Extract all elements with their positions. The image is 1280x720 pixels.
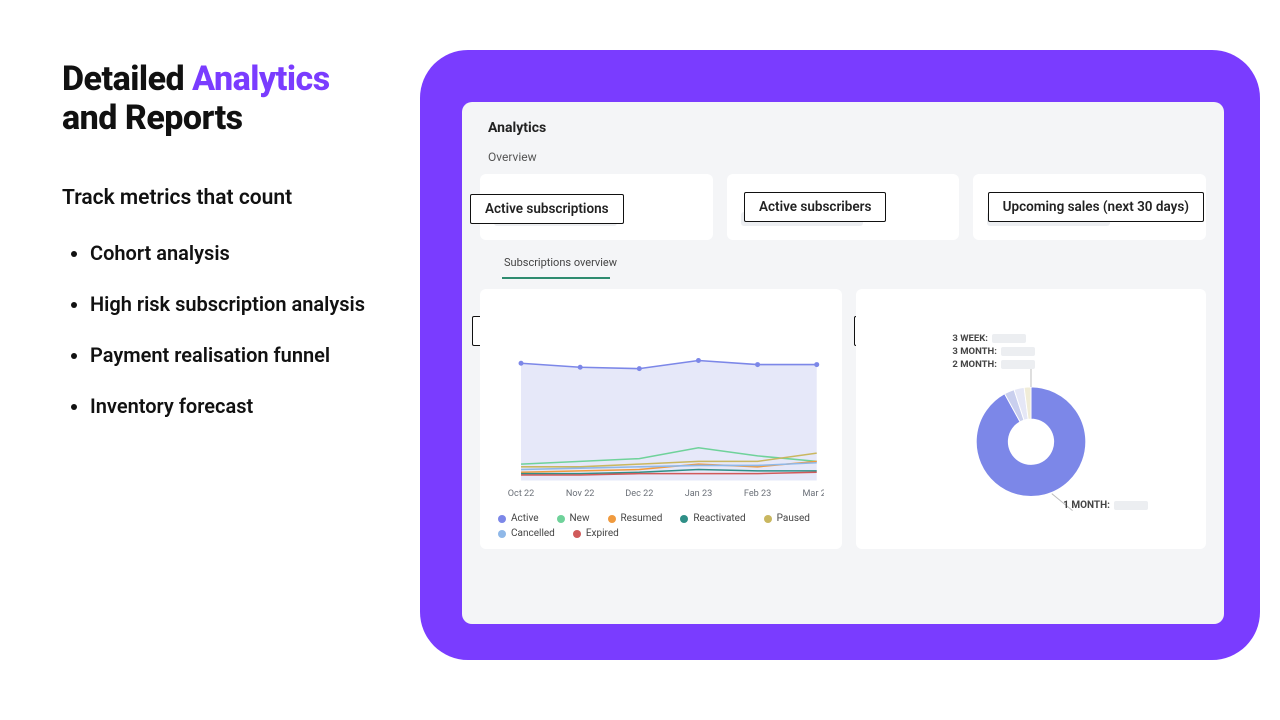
callout-upcoming-sales: Upcoming sales (next 30 days) <box>988 192 1204 222</box>
donut-label-3week: 3 WEEK: <box>952 333 1035 344</box>
donut-labels: 3 WEEK: 3 MONTH: 2 MONTH: <box>952 333 1035 372</box>
breadcrumb: Overview <box>488 150 1206 164</box>
interval-chart-card: 3 WEEK: 3 MONTH: 2 MONTH: 1 MONTH: <box>856 289 1206 549</box>
legend-item: Resumed <box>608 513 663 524</box>
svg-text:Mar 23: Mar 23 <box>802 489 824 499</box>
bullet-item: Payment realisation funnel <box>90 342 392 369</box>
tab-subscriptions-overview[interactable]: Subscriptions overview <box>502 250 619 275</box>
svg-text:Nov 22: Nov 22 <box>566 489 595 499</box>
subscriptions-trend-chart: Oct 22 Nov 22 Dec 22 Jan 23 Feb 23 Mar 23 <box>498 335 824 503</box>
legend-item: New <box>557 513 590 524</box>
legend-item: Reactivated <box>680 513 745 524</box>
screenshot-frame: Analytics Overview Active subscriptions <box>420 50 1260 660</box>
trend-legend: Active New Resumed Reactivated Paused Cancell… <box>498 513 824 539</box>
title-pre: Detailed <box>62 59 192 99</box>
bullet-list: Cohort analysis High risk subscription a… <box>62 240 392 420</box>
svg-text:Jan 23: Jan 23 <box>685 489 713 499</box>
svg-text:Oct 22: Oct 22 <box>508 489 535 499</box>
subtitle: Track metrics that count <box>62 186 392 210</box>
legend-item: Active <box>498 513 539 524</box>
bullet-item: High risk subscription analysis <box>90 291 392 318</box>
bullet-item: Inventory forecast <box>90 393 392 420</box>
svg-text:Dec 22: Dec 22 <box>625 489 653 499</box>
title-post: and Reports <box>62 98 243 138</box>
trend-chart-card: Oct 22 Nov 22 Dec 22 Jan 23 Feb 23 Mar 23 Act… <box>480 289 842 549</box>
title-accent: Analytics <box>192 59 330 99</box>
donut-label-2month: 2 MONTH: <box>952 359 1035 370</box>
donut-label-3month: 3 MONTH: <box>952 346 1035 357</box>
legend-item: Paused <box>764 513 810 524</box>
app-title: Analytics <box>488 120 1206 136</box>
page-title: Detailed Analytics and Reports <box>62 60 392 138</box>
marketing-copy: Detailed Analytics and Reports Track met… <box>0 0 420 720</box>
delivery-interval-donut <box>946 352 1116 522</box>
tab-underline <box>502 277 610 279</box>
svg-text:Feb 23: Feb 23 <box>744 489 771 499</box>
donut-label-1month: 1 MONTH: <box>1063 500 1148 511</box>
analytics-app: Analytics Overview Active subscriptions <box>462 102 1224 624</box>
legend-item: Cancelled <box>498 528 555 539</box>
bullet-item: Cohort analysis <box>90 240 392 267</box>
callout-active-subscribers: Active subscribers <box>744 192 886 222</box>
tabs-row: Subscriptions overview <box>502 250 1206 275</box>
legend-item: Expired <box>573 528 619 539</box>
callout-active-subscriptions: Active subscriptions <box>470 194 624 224</box>
